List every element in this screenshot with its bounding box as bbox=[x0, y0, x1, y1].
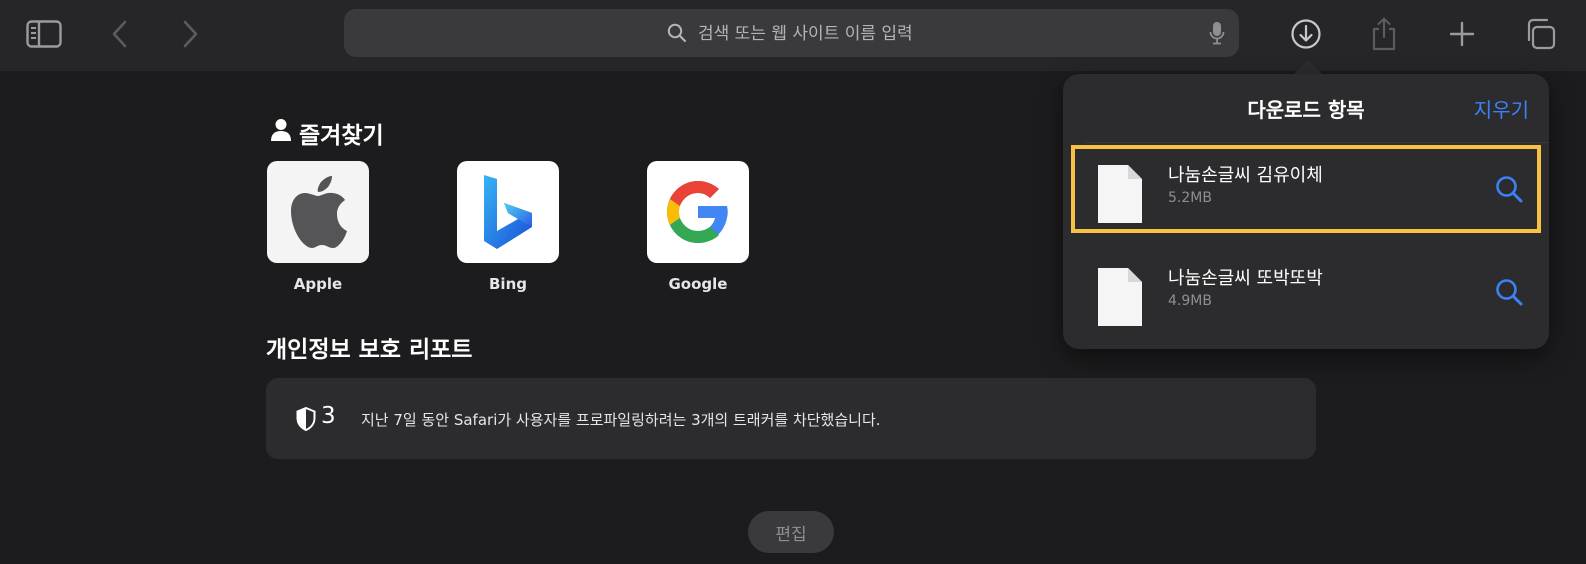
popover-arrow bbox=[1293, 60, 1323, 75]
reveal-in-files-icon[interactable] bbox=[1495, 278, 1523, 310]
favorites-heading: 즐겨찾기 bbox=[270, 116, 384, 150]
share-icon[interactable] bbox=[1364, 14, 1404, 54]
favorite-label: Google bbox=[668, 275, 728, 293]
download-file-name: 나눔손글씨 또박또박 bbox=[1168, 268, 1323, 289]
edit-button[interactable]: 편집 bbox=[748, 511, 834, 553]
toolbar bbox=[0, 0, 1586, 71]
sidebar-icon[interactable] bbox=[24, 14, 64, 54]
address-bar[interactable] bbox=[344, 9, 1239, 57]
privacy-report-title: 개인정보 보호 리포트 bbox=[266, 337, 473, 363]
favorites-title: 즐겨찾기 bbox=[299, 123, 384, 149]
document-icon bbox=[1098, 165, 1142, 227]
download-file-name: 나눔손글씨 김유이체 bbox=[1168, 165, 1323, 186]
privacy-message: 지난 7일 동안 Safari가 사용자를 프로파일링하려는 3개의 트래커를 … bbox=[361, 411, 881, 429]
clear-downloads-button[interactable]: 지우기 bbox=[1474, 94, 1529, 123]
download-file-size: 4.9MB bbox=[1168, 293, 1212, 309]
new-tab-icon[interactable] bbox=[1442, 14, 1482, 54]
tracker-count: 3 bbox=[321, 403, 336, 429]
favorite-bing[interactable]: Bing bbox=[457, 161, 559, 293]
tabs-overview-icon[interactable] bbox=[1520, 14, 1560, 54]
downloads-icon[interactable] bbox=[1286, 14, 1326, 54]
favorite-apple[interactable]: Apple bbox=[267, 161, 369, 293]
download-item[interactable]: 나눔손글씨 김유이체 5.2MB bbox=[1071, 145, 1541, 233]
google-logo-icon bbox=[647, 161, 749, 263]
back-icon[interactable] bbox=[100, 14, 140, 54]
search-icon bbox=[667, 23, 687, 47]
forward-icon[interactable] bbox=[170, 14, 210, 54]
favorite-label: Bing bbox=[489, 275, 527, 293]
favorite-label: Apple bbox=[293, 275, 343, 293]
download-file-size: 5.2MB bbox=[1168, 190, 1212, 206]
favorite-google[interactable]: Google bbox=[647, 161, 749, 293]
bing-logo-icon bbox=[457, 161, 559, 263]
document-icon bbox=[1098, 268, 1142, 330]
reveal-in-files-icon[interactable] bbox=[1495, 175, 1523, 207]
divider bbox=[1085, 142, 1549, 143]
search-input[interactable] bbox=[696, 17, 1150, 51]
microphone-icon[interactable] bbox=[1209, 21, 1225, 49]
apple-logo-icon bbox=[267, 161, 369, 263]
person-icon bbox=[270, 118, 292, 148]
privacy-report-card[interactable]: 3 지난 7일 동안 Safari가 사용자를 프로파일링하려는 3개의 트래커… bbox=[266, 378, 1316, 459]
download-item[interactable]: 나눔손글씨 또박또박 4.9MB bbox=[1071, 248, 1541, 336]
downloads-popover: 다운로드 항목 지우기 나눔손글씨 김유이체 5.2MB 나눔손글씨 또박또박 … bbox=[1063, 74, 1549, 349]
shield-icon bbox=[296, 406, 316, 435]
